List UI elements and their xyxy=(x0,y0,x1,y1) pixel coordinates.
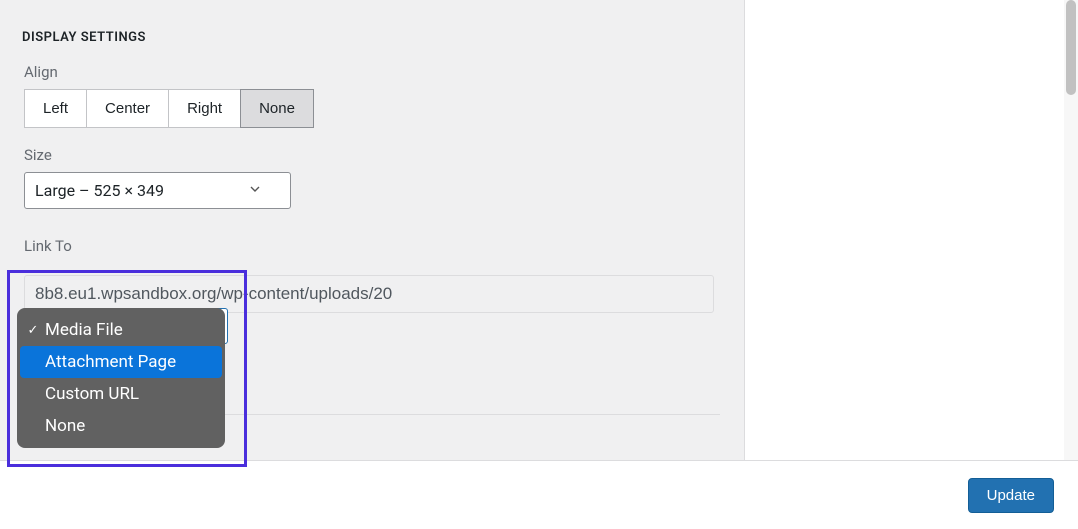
size-value: Large – 525 × 349 xyxy=(35,181,164,200)
dropdown-item-label: Attachment Page xyxy=(45,352,176,372)
section-title: DISPLAY SETTINGS xyxy=(0,0,744,45)
align-none-button[interactable]: None xyxy=(240,89,314,128)
dropdown-item-media-file[interactable]: ✓ Media File xyxy=(17,314,225,346)
dropdown-item-label: None xyxy=(45,416,85,436)
dropdown-item-custom-url[interactable]: Custom URL xyxy=(17,378,225,410)
align-field: Align Left Center Right None xyxy=(0,45,744,128)
align-button-group: Left Center Right None xyxy=(24,89,314,128)
dropdown-item-none[interactable]: None xyxy=(17,410,225,442)
chevron-down-icon xyxy=(250,186,260,196)
align-left-button[interactable]: Left xyxy=(24,89,87,128)
align-center-button[interactable]: Center xyxy=(86,89,169,128)
dropdown-item-label: Media File xyxy=(45,320,123,340)
check-icon: ✓ xyxy=(25,323,41,338)
size-select[interactable]: Large – 525 × 349 xyxy=(24,172,291,209)
link-to-dropdown: ✓ Media File Attachment Page Custom URL … xyxy=(17,308,225,448)
scrollbar-track[interactable] xyxy=(1064,0,1078,460)
footer: Update xyxy=(0,460,1078,529)
align-right-button[interactable]: Right xyxy=(168,89,241,128)
dropdown-item-attachment-page[interactable]: Attachment Page xyxy=(20,346,222,378)
link-to-label: Link To xyxy=(24,237,720,255)
scrollbar-thumb[interactable] xyxy=(1066,0,1076,95)
dropdown-item-label: Custom URL xyxy=(45,384,139,404)
update-button[interactable]: Update xyxy=(968,478,1054,513)
size-field: Size Large – 525 × 349 xyxy=(0,128,744,209)
align-label: Align xyxy=(24,63,720,81)
right-panel xyxy=(758,0,1070,460)
link-to-field: Link To xyxy=(0,209,744,313)
size-label: Size xyxy=(24,146,720,164)
